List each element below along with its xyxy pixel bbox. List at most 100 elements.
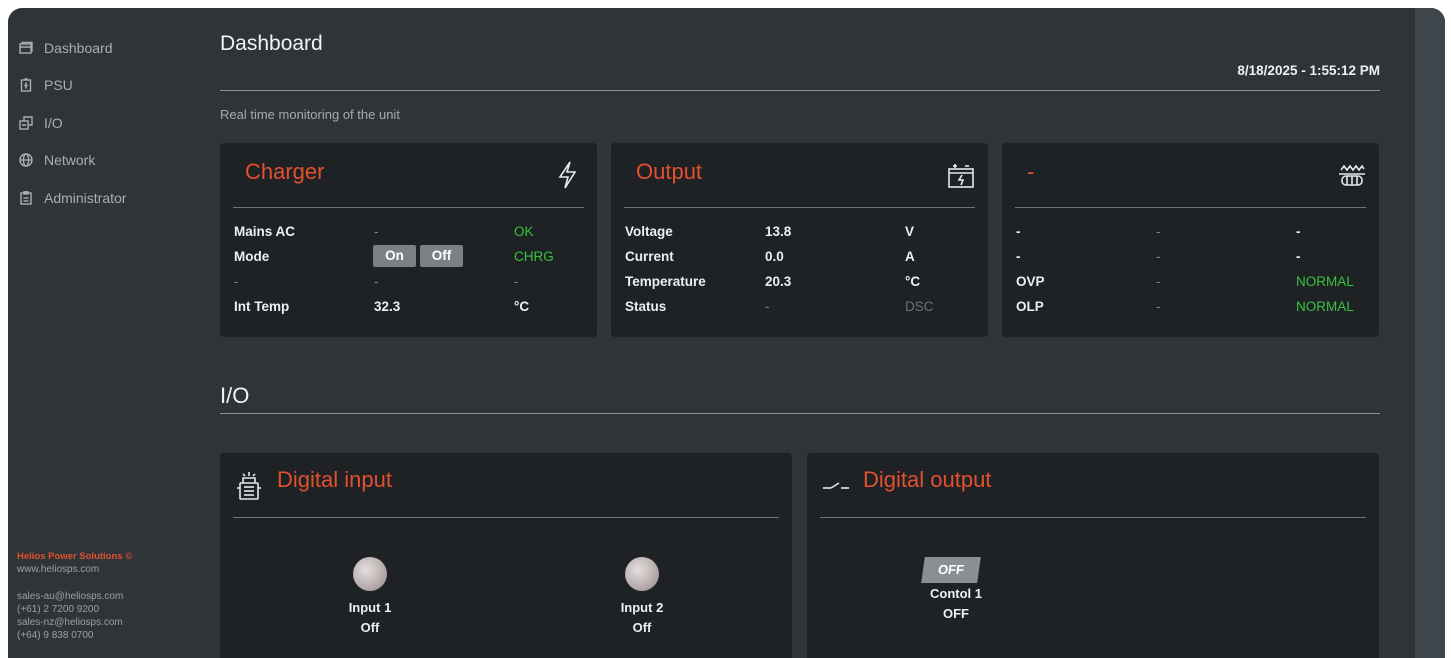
charger-row-blank: - - - <box>234 274 583 294</box>
sidebar: Dashboard PSU I/O Network Administrator … <box>8 8 208 658</box>
row-label: - <box>234 274 239 289</box>
website-link[interactable]: www.heliosps.com <box>17 563 132 576</box>
protection-row-2: - - - <box>1016 249 1365 269</box>
control-1-label: Contol 1 OFF <box>896 584 1016 624</box>
page-title: Dashboard <box>220 32 323 55</box>
output-row-voltage: Voltage 13.8 V <box>625 224 974 244</box>
digital-input-title: Digital input <box>277 467 392 492</box>
protection-row-olp: OLP - NORMAL <box>1016 299 1365 319</box>
sidebar-item-psu[interactable]: PSU <box>18 67 126 105</box>
row-label: Mains AC <box>234 224 296 239</box>
sidebar-item-label: Dashboard <box>44 39 113 56</box>
row-unit: °C <box>514 299 530 314</box>
row-value: - <box>1156 249 1161 264</box>
row-label: Current <box>625 249 674 264</box>
header-divider <box>220 90 1380 91</box>
output-row-current: Current 0.0 A <box>625 249 974 269</box>
sidebar-item-label: Administrator <box>44 189 127 206</box>
charger-card: Charger Mains AC - OK Mode On Off CHRG -… <box>220 143 597 337</box>
charger-row-mains: Mains AC - OK <box>234 224 583 244</box>
row-label: Int Temp <box>234 299 290 314</box>
sidebar-nav: Dashboard PSU I/O Network Administrator <box>18 29 126 217</box>
protection-title: - <box>1027 159 1035 184</box>
row-label: Voltage <box>625 224 673 239</box>
sidebar-item-label: PSU <box>44 77 73 94</box>
card-divider <box>233 207 584 208</box>
protection-row-1: - - - <box>1016 224 1365 244</box>
row-status: NORMAL <box>1296 274 1354 289</box>
input-2-name: Input 2 <box>620 600 664 615</box>
row-value: - <box>1156 274 1161 289</box>
mode-off-button[interactable]: Off <box>420 245 463 267</box>
sidebar-item-io[interactable]: I/O <box>18 104 126 142</box>
clipboard-icon <box>18 190 34 206</box>
sidebar-item-label: I/O <box>44 114 63 131</box>
row-label: - <box>1016 224 1021 239</box>
row-unit: DSC <box>905 299 934 314</box>
charger-row-temp: Int Temp 32.3 °C <box>234 299 583 319</box>
output-row-status: Status - DSC <box>625 299 974 319</box>
protection-card: - - - - - - - OVP - NORMAL OLP - NORMAL <box>1002 143 1379 337</box>
row-label: Temperature <box>625 274 706 289</box>
scrollbar[interactable] <box>1415 8 1445 658</box>
card-divider <box>624 207 975 208</box>
battery-icon <box>18 77 34 93</box>
input-2-state: Off <box>632 620 652 635</box>
protection-row-ovp: OVP - NORMAL <box>1016 274 1365 294</box>
row-value: - <box>374 274 379 289</box>
au-email-link[interactable]: sales-au@heliosps.com <box>17 590 132 603</box>
row-unit: A <box>905 249 915 264</box>
row-status: - <box>1296 249 1301 264</box>
input-1-name: Input 1 <box>348 600 392 615</box>
main-content: Dashboard 8/18/2025 - 1:55:12 PM Real ti… <box>220 8 1380 658</box>
row-unit: V <box>905 224 915 239</box>
app-window: Dashboard PSU I/O Network Administrator … <box>8 8 1445 658</box>
digital-output-card: Digital output OFF Contol 1 OFF <box>807 453 1379 658</box>
io-icon <box>18 115 34 131</box>
au-phone: (+61) 2 7200 9200 <box>17 604 100 615</box>
charger-title: Charger <box>245 159 325 184</box>
company-name: Helios Power Solutions © <box>17 551 133 562</box>
row-value: 32.3 <box>374 299 401 314</box>
digital-input-card: Digital input Input 1 Off Input 2 Off <box>220 453 792 658</box>
row-label: OVP <box>1016 274 1045 289</box>
row-value: - <box>1156 299 1161 314</box>
mode-on-button[interactable]: On <box>373 245 416 267</box>
row-label: OLP <box>1016 299 1044 314</box>
row-label: - <box>1016 249 1021 264</box>
digital-output-title: Digital output <box>863 467 992 492</box>
output-row-temperature: Temperature 20.3 °C <box>625 274 974 294</box>
sidebar-item-label: Network <box>44 152 96 169</box>
row-status: CHRG <box>514 249 554 264</box>
row-value: - <box>765 299 770 314</box>
sidebar-item-administrator[interactable]: Administrator <box>18 179 126 217</box>
row-value: - <box>1156 224 1161 239</box>
control-1-toggle-button[interactable]: OFF <box>921 557 981 583</box>
sidebar-footer: Helios Power Solutions © www.heliosps.co… <box>17 550 132 642</box>
nz-phone: (+64) 9 838 0700 <box>17 630 94 641</box>
globe-icon <box>18 152 34 168</box>
card-divider <box>233 517 779 518</box>
row-value: 0.0 <box>765 249 784 264</box>
row-unit: °C <box>905 274 921 289</box>
input-device-icon <box>234 470 264 502</box>
section-divider <box>220 413 1380 414</box>
card-divider <box>1015 207 1366 208</box>
row-status: - <box>1296 224 1301 239</box>
control-1-state: OFF <box>943 606 969 621</box>
dashboard-icon <box>18 40 34 56</box>
section-title-io: I/O <box>220 383 250 408</box>
input-1-led <box>353 557 387 591</box>
sidebar-item-network[interactable]: Network <box>18 142 126 180</box>
input-1-label: Input 1 Off <box>310 598 430 638</box>
row-value: - <box>374 224 379 239</box>
switch-icon <box>821 477 851 493</box>
control-1-name: Contol 1 <box>930 586 982 601</box>
sidebar-item-dashboard[interactable]: Dashboard <box>18 29 126 67</box>
row-status: OK <box>514 224 534 239</box>
row-label: Status <box>625 299 667 314</box>
charger-row-mode: Mode On Off CHRG <box>234 245 583 269</box>
input-1-state: Off <box>360 620 380 635</box>
row-status: - <box>514 274 519 289</box>
nz-email-link[interactable]: sales-nz@heliosps.com <box>17 616 132 629</box>
